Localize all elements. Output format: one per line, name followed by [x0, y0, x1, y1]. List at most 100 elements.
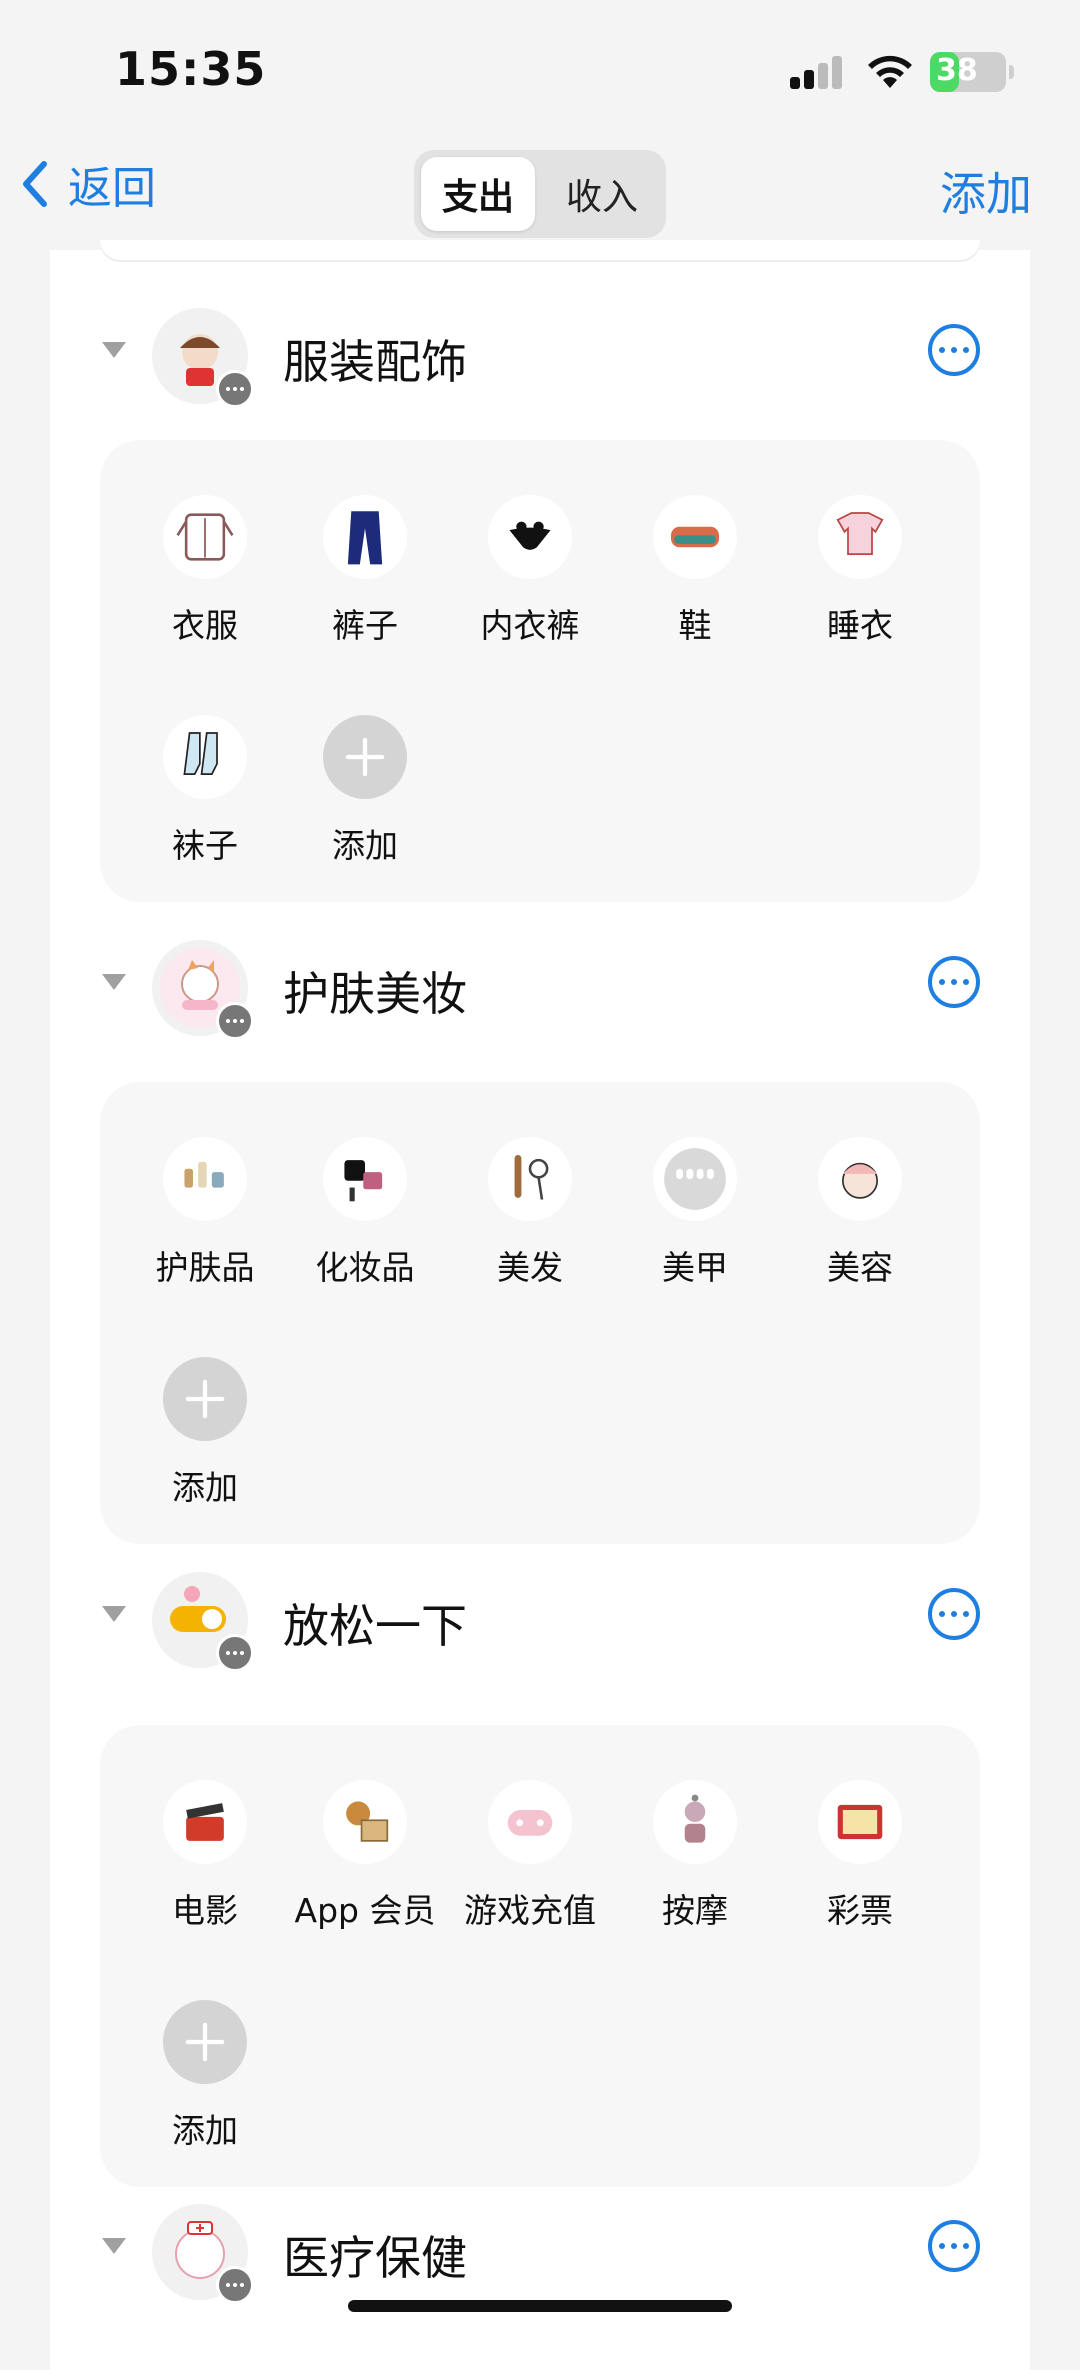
subcategory-item[interactable]: 美甲 [610, 1137, 780, 1297]
collapse-caret-icon[interactable] [102, 2238, 126, 2254]
subcategory-panel: 电影 App 会员 游戏充值 按摩 彩票添加 [100, 1725, 980, 2187]
edit-dots-icon [216, 1634, 254, 1672]
hair-tools-icon [488, 1137, 572, 1221]
facial-mask-icon [818, 1137, 902, 1221]
subcategory-label: 睡衣 [827, 606, 893, 645]
category-header[interactable]: 医疗保健 [50, 2184, 1030, 2314]
nails-icon [653, 1137, 737, 1221]
underwear-icon [488, 495, 572, 579]
socks-icon [163, 715, 247, 799]
collapse-caret-icon[interactable] [102, 342, 126, 358]
subcategory-item[interactable]: 衣服 [120, 495, 290, 655]
add-subcategory-button[interactable]: 添加 [120, 2000, 290, 2160]
subcategory-item[interactable]: 内衣裤 [445, 495, 615, 655]
makeup-icon [323, 1137, 407, 1221]
sneakers-icon [653, 495, 737, 579]
category-header[interactable]: 服装配饰 [50, 288, 1030, 418]
home-indicator [348, 2300, 732, 2312]
add-subcategory-button[interactable]: 添加 [120, 1357, 290, 1517]
type-segmented-control: 支出 收入 [414, 150, 666, 238]
gamepad-icon [488, 1780, 572, 1864]
back-button[interactable]: 返回 [22, 154, 156, 214]
subcategory-label: 添加 [332, 826, 398, 865]
subcategory-label: 游戏充值 [464, 1891, 596, 1930]
subcategory-label: 添加 [172, 2111, 238, 2150]
subcategory-item[interactable]: 按摩 [610, 1780, 780, 1940]
subcategory-item[interactable]: 游戏充值 [445, 1780, 615, 1940]
category-title: 服装配饰 [283, 335, 467, 389]
subcategory-item[interactable]: 护肤品 [120, 1137, 290, 1297]
subcategory-label: 添加 [172, 1468, 238, 1507]
category-title: 放松一下 [283, 1599, 467, 1653]
pants-icon [323, 495, 407, 579]
segment-expense[interactable]: 支出 [421, 157, 535, 231]
segment-income[interactable]: 收入 [545, 157, 659, 231]
subcategory-item[interactable]: 裤子 [280, 495, 450, 655]
more-options-icon[interactable] [928, 2220, 980, 2272]
skincare-icon [163, 1137, 247, 1221]
collapse-caret-icon[interactable] [102, 974, 126, 990]
lottery-icon [818, 1780, 902, 1864]
subcategory-label: 电影 [172, 1891, 238, 1930]
subcategory-label: 化妆品 [315, 1248, 415, 1287]
more-options-icon[interactable] [928, 324, 980, 376]
chevron-left-icon [23, 161, 47, 207]
status-bar: 15:35 38 [0, 0, 1080, 140]
subcategory-item[interactable]: 化妆品 [280, 1137, 450, 1297]
battery-icon: 38 [930, 52, 1014, 92]
subcategory-label: 鞋 [678, 606, 712, 645]
subcategory-item[interactable]: 彩票 [775, 1780, 945, 1940]
subcategory-item[interactable]: 电影 [120, 1780, 290, 1940]
subcategory-item[interactable]: 鞋 [610, 495, 780, 655]
pajamas-icon [818, 495, 902, 579]
category-header[interactable]: 放松一下 [50, 1552, 1030, 1682]
cat-spa-icon[interactable] [152, 940, 254, 1040]
wifi-icon [868, 55, 912, 88]
shirt-icon [163, 495, 247, 579]
subcategory-item[interactable]: 袜子 [120, 715, 290, 875]
subcategory-label: 美容 [827, 1248, 893, 1287]
plus-icon [323, 715, 407, 799]
subcategory-label: 衣服 [172, 606, 238, 645]
edit-dots-icon [216, 370, 254, 408]
plus-icon [163, 2000, 247, 2084]
subcategory-label: 裤子 [332, 606, 398, 645]
subcategory-label: 护肤品 [155, 1248, 255, 1287]
subcategory-panel: 护肤品 化妆品 美发 美甲 美容添加 [100, 1082, 980, 1544]
cellular-signal-icon [790, 55, 842, 89]
edit-dots-icon [216, 2266, 254, 2304]
subcategory-label: 袜子 [172, 826, 238, 865]
subcategory-item[interactable]: 睡衣 [775, 495, 945, 655]
subcategory-item[interactable]: 美容 [775, 1137, 945, 1297]
subcategory-item[interactable]: 美发 [445, 1137, 615, 1297]
category-title: 医疗保健 [283, 2231, 467, 2285]
subcategory-label: 按摩 [662, 1891, 728, 1930]
category-title: 护肤美妆 [283, 967, 467, 1021]
happy-toggle-icon[interactable] [152, 1572, 254, 1672]
subcategory-label: 内衣裤 [480, 606, 580, 645]
subcategory-label: 彩票 [827, 1891, 893, 1930]
plus-icon [163, 1357, 247, 1441]
bear-box-icon [323, 1780, 407, 1864]
movie-clapper-icon [163, 1780, 247, 1864]
category-header[interactable]: 护肤美妆 [50, 920, 1030, 1050]
massage-icon [653, 1780, 737, 1864]
subcategory-panel: 衣服 裤子 内衣裤 鞋 睡衣袜子 添加 [100, 440, 980, 902]
subcategory-item[interactable]: App 会员 [280, 1780, 450, 1940]
status-time: 15:35 [115, 42, 267, 96]
nav-bar: 返回 支出 收入 添加 [0, 140, 1080, 250]
subcategory-label: App 会员 [294, 1891, 436, 1930]
add-subcategory-button[interactable]: 添加 [280, 715, 450, 875]
subcategory-label: 美甲 [662, 1248, 728, 1287]
add-button[interactable]: 添加 [940, 158, 1032, 224]
more-options-icon[interactable] [928, 956, 980, 1008]
nurse-bunny-icon[interactable] [152, 2204, 254, 2304]
more-options-icon[interactable] [928, 1588, 980, 1640]
collapse-caret-icon[interactable] [102, 1606, 126, 1622]
battery-percent: 38 [936, 53, 978, 88]
subcategory-label: 美发 [497, 1248, 563, 1287]
edit-dots-icon [216, 1002, 254, 1040]
back-label: 返回 [68, 163, 156, 214]
previous-panel-edge [100, 240, 980, 260]
girl-avatar-icon[interactable] [152, 308, 254, 408]
